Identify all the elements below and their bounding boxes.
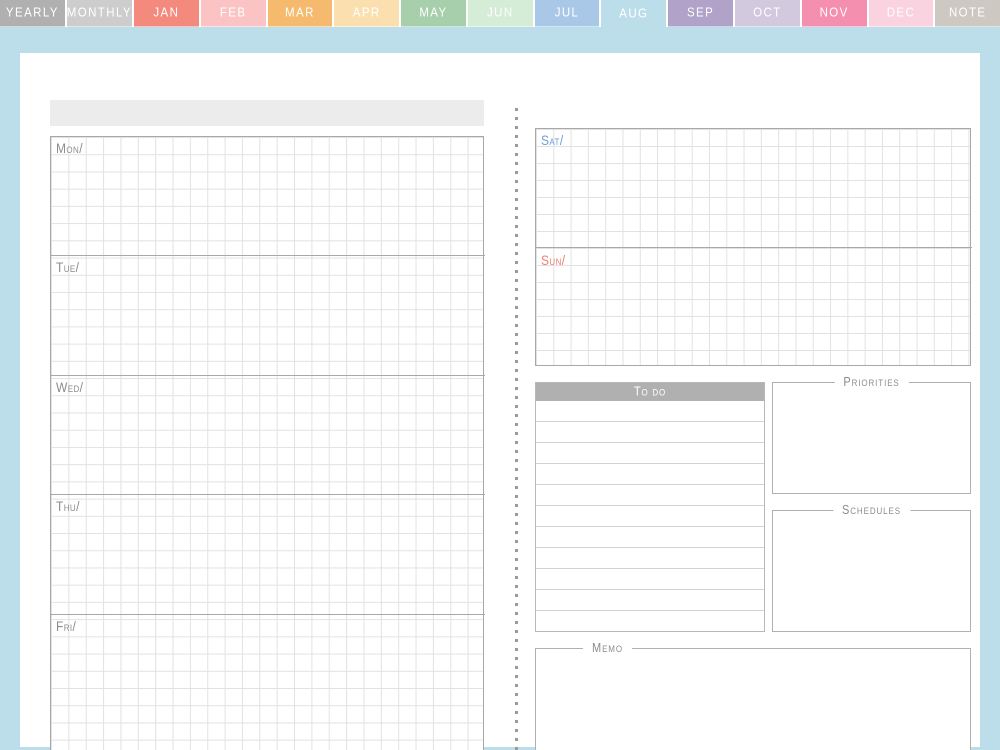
- todo-row[interactable]: [536, 464, 764, 485]
- planner-page: YEARLY MONTHLY JAN FEB MAR APR MAY JUN JUL AUG SEP…: [0, 0, 1000, 750]
- day-label-sat: Sat/: [541, 132, 564, 149]
- memo-title: Memo: [583, 641, 632, 656]
- day-row-mon[interactable]: Mon/: [51, 137, 485, 257]
- tab-oct[interactable]: OCT: [734, 0, 800, 27]
- tab-jul[interactable]: JUL: [534, 0, 600, 27]
- schedules-frame[interactable]: [772, 510, 971, 632]
- schedules-title: Schedules: [832, 503, 911, 518]
- day-row-sun[interactable]: Sun/: [536, 249, 972, 368]
- weekend-grid-panel[interactable]: Sat/ Sun/: [535, 128, 972, 368]
- priorities-title: Priorities: [834, 375, 909, 390]
- month-tab-bar: YEARLY MONTHLY JAN FEB MAR APR MAY JUN JUL AUG SEP…: [0, 0, 1000, 29]
- page-spine-dotted-divider: [515, 108, 518, 750]
- todo-row[interactable]: [536, 569, 764, 590]
- todo-row[interactable]: [536, 506, 764, 527]
- day-label-tue: Tue/: [56, 259, 80, 276]
- todo-box[interactable]: To do: [535, 382, 765, 632]
- todo-row[interactable]: [536, 548, 764, 569]
- priorities-box[interactable]: Priorities: [772, 375, 971, 494]
- todo-row[interactable]: [536, 590, 764, 611]
- tab-jan[interactable]: JAN: [133, 0, 199, 27]
- tab-note[interactable]: NOTE: [935, 0, 1000, 27]
- tab-dec[interactable]: DEC: [868, 0, 934, 27]
- tab-aug[interactable]: AUG: [601, 0, 667, 29]
- day-label-mon: Mon/: [56, 140, 83, 157]
- day-label-wed: Wed/: [56, 378, 84, 396]
- tab-monthly[interactable]: MONTHLY: [66, 0, 132, 27]
- memo-box[interactable]: Memo: [535, 641, 971, 750]
- day-row-fri[interactable]: Fri/: [51, 615, 485, 734]
- page-frame: Mon/ Tue/ Wed/ Thu/ Fri/ Sat/ Sun/ To do…: [0, 25, 1000, 750]
- tab-yearly[interactable]: YEARLY: [0, 0, 65, 27]
- day-label-fri: Fri/: [56, 617, 77, 635]
- day-row-tue[interactable]: Tue/: [51, 256, 485, 376]
- todo-row[interactable]: [536, 401, 764, 422]
- tab-may[interactable]: MAY: [401, 0, 466, 27]
- day-row-wed[interactable]: Wed/: [51, 376, 485, 496]
- left-page-weekdays: Mon/ Tue/ Wed/ Thu/ Fri/: [50, 100, 485, 750]
- day-row-thu[interactable]: Thu/: [51, 495, 485, 615]
- todo-header-label: To do: [634, 384, 666, 400]
- todo-line-list: [536, 401, 764, 631]
- paper-sheet: Mon/ Tue/ Wed/ Thu/ Fri/ Sat/ Sun/ To do…: [20, 53, 980, 750]
- weekday-grid-panel[interactable]: Mon/ Tue/ Wed/ Thu/ Fri/: [50, 136, 485, 750]
- tab-sep[interactable]: SEP: [668, 0, 733, 27]
- tab-feb[interactable]: FEB: [200, 0, 266, 27]
- todo-row[interactable]: [536, 527, 764, 548]
- todo-header: To do: [536, 383, 764, 401]
- day-label-sun: Sun/: [541, 252, 566, 269]
- tab-nov[interactable]: NOV: [801, 0, 867, 27]
- day-row-sat[interactable]: Sat/: [536, 129, 972, 248]
- todo-row[interactable]: [536, 485, 764, 506]
- todo-row[interactable]: [536, 611, 764, 631]
- todo-row[interactable]: [536, 443, 764, 464]
- schedules-box[interactable]: Schedules: [772, 503, 971, 632]
- day-label-thu: Thu/: [56, 498, 80, 515]
- tab-jun[interactable]: JUN: [467, 0, 533, 27]
- todo-row[interactable]: [536, 422, 764, 443]
- priorities-frame[interactable]: [772, 382, 971, 494]
- tab-mar[interactable]: MAR: [267, 0, 333, 27]
- week-title-field[interactable]: [50, 100, 484, 126]
- memo-frame[interactable]: [535, 648, 971, 750]
- tab-apr[interactable]: APR: [334, 0, 400, 27]
